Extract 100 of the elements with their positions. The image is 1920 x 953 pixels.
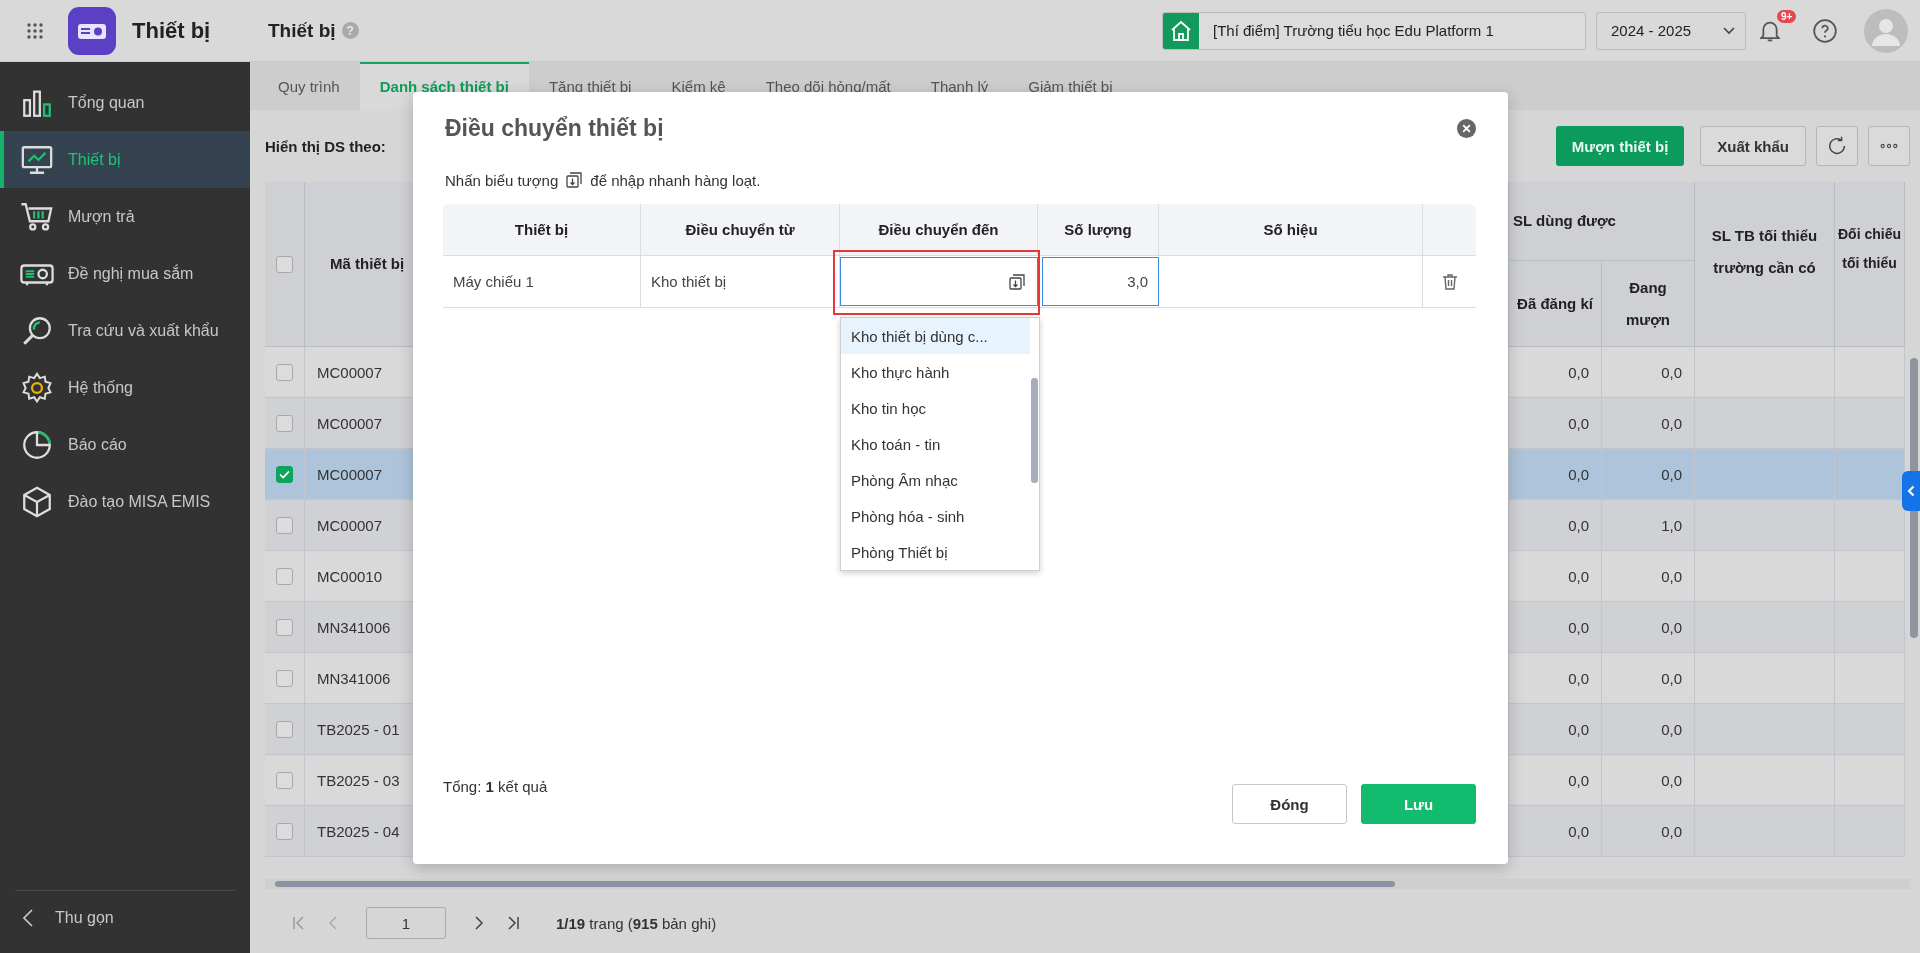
dialog-title: Điều chuyển thiết bị xyxy=(444,114,664,142)
table-cell: TB2025 - 03 xyxy=(317,771,400,789)
horizontal-scrollbar[interactable] xyxy=(265,879,1910,889)
dropdown-option[interactable]: Phòng hóa - sinh xyxy=(841,498,1030,534)
row-checkbox[interactable] xyxy=(276,363,293,381)
settings-icon xyxy=(20,370,54,405)
table-cell: Kho thiết bị xyxy=(651,273,727,290)
column-header: Điều chuyển đến xyxy=(878,221,999,238)
table-cell: 0,0 xyxy=(1568,363,1589,381)
dropdown-option[interactable]: Phòng Âm nhạc xyxy=(841,462,1030,498)
table-cell: 0,0 xyxy=(1568,567,1589,585)
quantity-field[interactable]: 3,0 xyxy=(1042,257,1159,306)
sidebar-item[interactable]: Báo cáo xyxy=(0,416,250,473)
hint-text: để nhập nhanh hàng loạt. xyxy=(590,171,761,189)
table-cell: 0,0 xyxy=(1661,669,1682,687)
table-cell: MC00007 xyxy=(317,465,383,483)
dialog-button[interactable]: Đóng xyxy=(1232,784,1347,824)
refresh-button[interactable] xyxy=(1816,126,1858,166)
table-cell: 0,0 xyxy=(1568,618,1589,636)
apps-menu-icon[interactable] xyxy=(26,21,44,40)
table-cell: MC00007 xyxy=(317,363,383,381)
table-cell: TB2025 - 01 xyxy=(317,720,400,738)
chevron-down-icon xyxy=(1723,26,1735,35)
table-cell: 0,0 xyxy=(1661,822,1682,840)
refresh-icon xyxy=(1826,135,1848,157)
table-cell: MN341006 xyxy=(317,618,391,636)
column-header: Điều chuyển từ xyxy=(685,221,795,238)
dropdown-option[interactable]: Kho tin học xyxy=(841,390,1030,426)
row-checkbox[interactable] xyxy=(276,771,293,789)
more-button[interactable] xyxy=(1868,126,1910,166)
column-header: SL TB tối thiểu trường cần có xyxy=(1710,226,1819,278)
collapse-button[interactable]: Thu gọn xyxy=(15,890,235,945)
column-header: Đang mượn xyxy=(1625,278,1671,330)
help-icon[interactable] xyxy=(1812,17,1838,44)
avatar-icon[interactable] xyxy=(1864,8,1908,53)
row-checkbox[interactable] xyxy=(276,465,293,483)
sidebar-item[interactable]: Tra cứu và xuất khẩu xyxy=(0,302,250,359)
notification-badge: 9+ xyxy=(1777,9,1797,23)
destination-field[interactable] xyxy=(840,257,1038,306)
table-cell: TB2025 - 04 xyxy=(317,822,400,840)
row-checkbox[interactable] xyxy=(276,567,293,585)
table-cell: 0,0 xyxy=(1661,618,1682,636)
table-cell: 0,0 xyxy=(1568,720,1589,738)
filter-label: Hiển thị DS theo: xyxy=(265,137,386,155)
row-checkbox[interactable] xyxy=(276,669,293,687)
column-header: Đối chiếu tối thiểu xyxy=(1837,225,1902,274)
table-cell: 0,0 xyxy=(1661,720,1682,738)
row-checkbox[interactable] xyxy=(276,822,293,840)
dropdown-option[interactable]: Kho thiết bị dùng c... xyxy=(841,318,1030,354)
school-selector[interactable]: [Thí điểm] Trường tiểu học Edu Platform 1 xyxy=(1162,11,1586,50)
year-selector[interactable]: 2024 - 2025 xyxy=(1596,11,1746,50)
row-checkbox[interactable] xyxy=(276,720,293,738)
sidebar-item[interactable]: Thiết bị xyxy=(0,131,250,188)
sidebar-item[interactable]: Mượn trả xyxy=(0,188,250,245)
hint-text: Nhấn biểu tượng xyxy=(445,171,559,189)
column-header: Đã đăng kí xyxy=(1517,293,1593,314)
side-panel-toggle[interactable] xyxy=(1902,471,1920,511)
column-header: SL dùng được xyxy=(1513,211,1616,232)
table-cell: MC00007 xyxy=(317,414,383,432)
check-icon xyxy=(279,469,290,479)
page-summary: 1/19 trang (915 bản ghi) xyxy=(556,914,717,932)
close-icon[interactable] xyxy=(1457,118,1476,138)
sidebar-item[interactable]: Đào tạo MISA EMIS xyxy=(0,473,250,530)
last-page-icon[interactable] xyxy=(506,916,520,930)
row-checkbox[interactable] xyxy=(276,414,293,432)
column-header: Số hiệu xyxy=(1263,221,1318,238)
bulk-import-icon xyxy=(564,170,585,190)
row-checkbox[interactable] xyxy=(276,516,293,534)
tab[interactable]: Quy trình xyxy=(258,62,360,110)
column-header: Mã thiết bị xyxy=(330,254,405,275)
chevron-left-icon xyxy=(23,909,33,927)
first-page-icon[interactable] xyxy=(292,916,306,930)
bulk-import-icon[interactable] xyxy=(1007,271,1027,292)
table-cell: 0,0 xyxy=(1568,771,1589,789)
sidebar-item[interactable]: Tổng quan xyxy=(0,74,250,131)
table-cell: 0,0 xyxy=(1568,516,1589,534)
table-cell: 0,0 xyxy=(1568,822,1589,840)
toolbar-button[interactable]: Xuất khẩu xyxy=(1700,126,1806,166)
table-cell: 0,0 xyxy=(1661,414,1682,432)
table-cell: MC00010 xyxy=(317,567,383,585)
page-input[interactable]: 1 xyxy=(366,907,446,939)
house-icon xyxy=(1163,12,1199,49)
sidebar-item[interactable]: Hệ thống xyxy=(0,359,250,416)
next-page-icon[interactable] xyxy=(474,916,484,930)
total-count: Tổng: 1 kết quả xyxy=(443,778,548,795)
dropdown-option[interactable]: Phòng Thiết bị xyxy=(841,534,1030,570)
previous-page-icon[interactable] xyxy=(328,916,338,930)
table-cell: 0,0 xyxy=(1661,771,1682,789)
row-checkbox[interactable] xyxy=(276,618,293,636)
table-cell: Máy chiếu 1 xyxy=(453,273,534,290)
table-cell: 0,0 xyxy=(1661,363,1682,381)
table-cell: 0,0 xyxy=(1661,465,1682,483)
more-icon xyxy=(1880,143,1898,149)
sidebar-item[interactable]: Đề nghị mua sắm xyxy=(0,245,250,302)
dropdown-option[interactable]: Kho thực hành xyxy=(841,354,1030,390)
dropdown-option[interactable]: Kho toán - tin xyxy=(841,426,1030,462)
select-all-checkbox[interactable] xyxy=(276,255,293,273)
projector-logo-icon xyxy=(68,6,116,55)
table-cell: 0,0 xyxy=(1568,669,1589,687)
page-title: Thiết bị xyxy=(268,19,336,42)
